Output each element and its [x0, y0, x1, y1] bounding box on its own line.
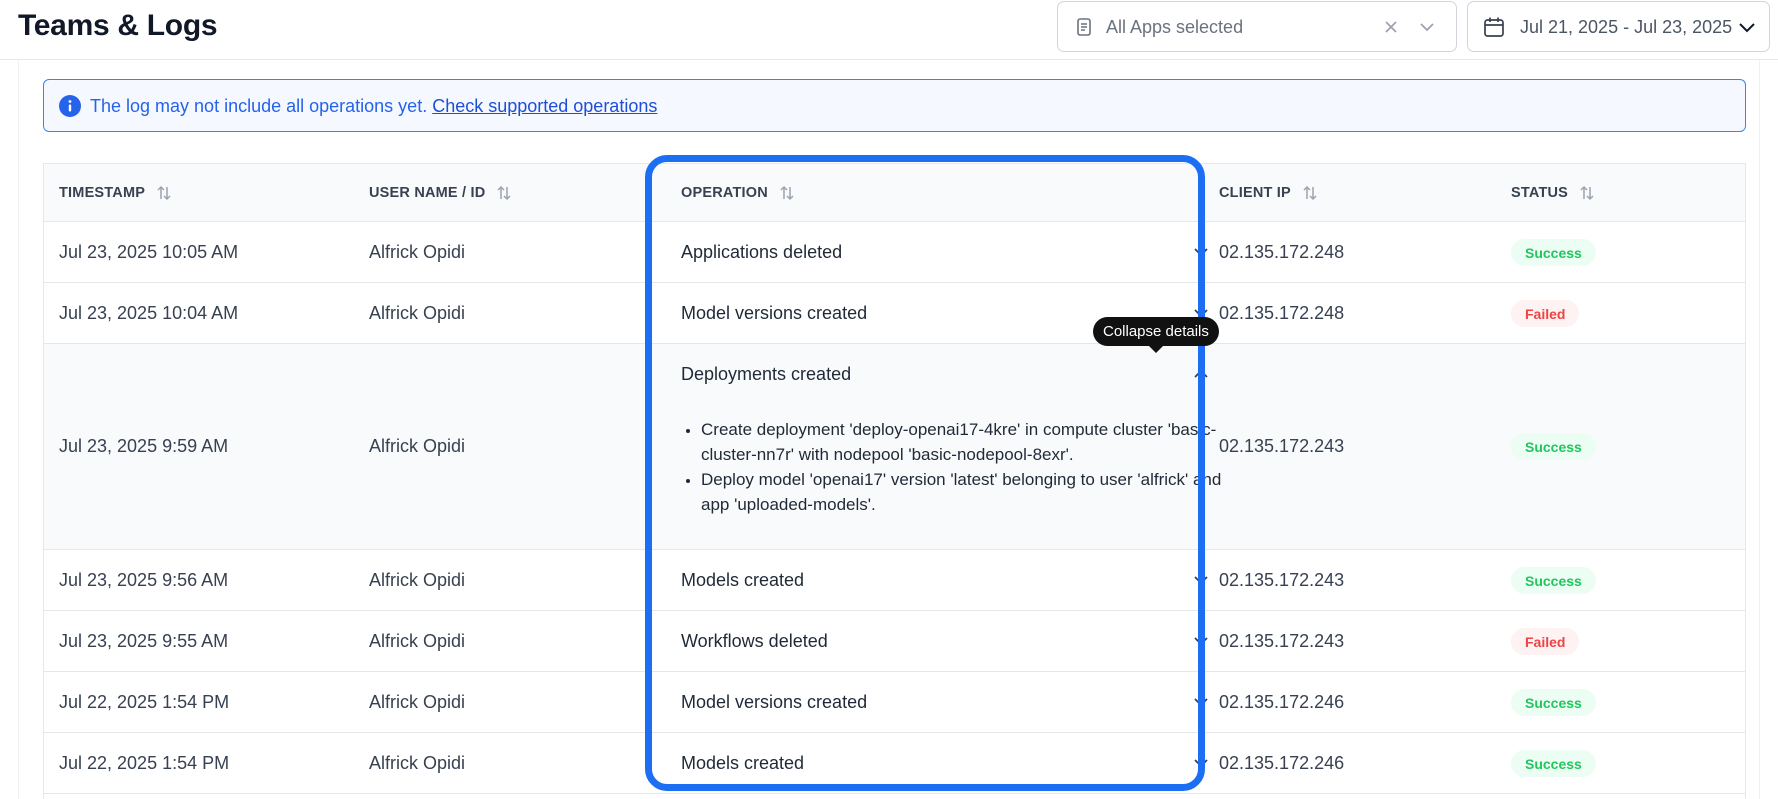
close-icon[interactable] — [1381, 17, 1401, 37]
table-row: Jul 22, 2025 1:54 PM Alfrick Opidi Model… — [44, 733, 1745, 794]
column-header-operation[interactable]: OPERATION — [681, 184, 796, 202]
timestamp-cell: Jul 22, 2025 1:54 PM — [59, 753, 230, 773]
app-filter-value: All Apps selected — [1106, 17, 1244, 37]
app-filter-select[interactable]: All Apps selected — [1057, 1, 1457, 52]
client-ip-cell: 02.135.172.243 — [1219, 570, 1345, 590]
column-header-status[interactable]: STATUS — [1511, 184, 1596, 202]
status-badge: Failed — [1511, 628, 1580, 655]
page-title: Teams & Logs — [18, 9, 218, 42]
client-ip-cell: 02.135.172.246 — [1219, 692, 1345, 712]
user-cell: Alfrick Opidi — [369, 692, 466, 712]
operation-cell: Model versions created — [681, 692, 868, 712]
status-badge: Success — [1511, 750, 1596, 777]
column-header-label: CLIENT IP — [1219, 185, 1291, 201]
status-badge: Success — [1511, 433, 1596, 460]
client-ip-cell: 02.135.172.246 — [1219, 753, 1345, 773]
table-row: Jul 23, 2025 9:56 AM Alfrick Opidi Model… — [44, 550, 1745, 611]
timestamp-cell: Jul 23, 2025 10:05 AM — [59, 242, 239, 262]
sort-icon[interactable] — [155, 184, 173, 202]
supported-operations-link[interactable]: Check supported operations — [432, 96, 657, 116]
collapse-details-tooltip: Collapse details — [1093, 317, 1219, 353]
chevron-down-icon[interactable] — [1417, 17, 1437, 37]
status-badge: Success — [1511, 239, 1596, 266]
column-header-label: TIMESTAMP — [59, 185, 146, 201]
status-badge: Success — [1511, 689, 1596, 716]
info-message: The log may not include all operations y… — [90, 96, 428, 116]
details-list: Create deployment 'deploy-openai17-4kre'… — [681, 417, 1231, 517]
sort-icon[interactable] — [1578, 184, 1596, 202]
client-ip-cell: 02.135.172.248 — [1219, 303, 1345, 323]
status-badge: Success — [1511, 567, 1596, 594]
info-banner: The log may not include all operations y… — [43, 79, 1746, 132]
operation-cell: Models created — [681, 753, 805, 773]
user-cell: Alfrick Opidi — [369, 242, 466, 262]
date-range-picker[interactable]: Jul 21, 2025 - Jul 23, 2025 — [1467, 1, 1770, 52]
chevron-down-icon[interactable] — [1191, 631, 1211, 651]
chevron-down-icon[interactable] — [1191, 570, 1211, 590]
sort-icon[interactable] — [1301, 184, 1319, 202]
document-icon — [1077, 18, 1091, 36]
calendar-icon — [1484, 17, 1504, 37]
operation-cell: Deployments created — [681, 364, 852, 384]
user-cell: Alfrick Opidi — [369, 631, 466, 651]
chevron-down-icon[interactable] — [1191, 242, 1211, 262]
table-header-row: TIMESTAMP USER NAME / ID OPERATION CLIEN… — [44, 163, 1745, 222]
column-header-label: USER NAME / ID — [369, 185, 486, 201]
timestamp-cell: Jul 23, 2025 9:59 AM — [59, 436, 229, 456]
timestamp-cell: Jul 22, 2025 1:54 PM — [59, 692, 230, 712]
table-row: Jul 23, 2025 10:04 AM Alfrick Opidi Mode… — [44, 283, 1745, 344]
sort-icon[interactable] — [778, 184, 796, 202]
table-row: Jul 23, 2025 9:55 AM Alfrick Opidi Workf… — [44, 611, 1745, 672]
timestamp-cell: Jul 23, 2025 9:56 AM — [59, 570, 229, 590]
operation-cell: Applications deleted — [681, 242, 843, 262]
table-row-expanded: Jul 23, 2025 9:59 AM Alfrick Opidi Deplo… — [44, 344, 1745, 550]
page-header: Teams & Logs All Apps selected Jul 21, 2… — [0, 0, 1778, 60]
table-row: Jul 22, 2025 1:54 PM Alfrick Opidi Model… — [44, 672, 1745, 733]
client-ip-cell: 02.135.172.243 — [1219, 436, 1345, 456]
user-cell: Alfrick Opidi — [369, 753, 466, 773]
column-header-client-ip[interactable]: CLIENT IP — [1219, 184, 1319, 202]
sort-icon[interactable] — [495, 184, 513, 202]
column-header-timestamp[interactable]: TIMESTAMP — [59, 184, 173, 202]
timestamp-cell: Jul 23, 2025 9:55 AM — [59, 631, 229, 651]
user-cell: Alfrick Opidi — [369, 570, 466, 590]
chevron-down-icon[interactable] — [1191, 692, 1211, 712]
operation-cell: Workflows deleted — [681, 631, 828, 651]
column-header-user[interactable]: USER NAME / ID — [369, 184, 513, 202]
table-row: Jul 23, 2025 10:05 AM Alfrick Opidi Appl… — [44, 222, 1745, 283]
status-badge: Failed — [1511, 300, 1580, 327]
operation-cell: Models created — [681, 570, 805, 590]
info-icon — [59, 95, 81, 117]
operation-cell: Model versions created — [681, 303, 868, 323]
chevron-up-icon[interactable] — [1191, 364, 1211, 384]
chevron-down-icon[interactable] — [1191, 753, 1211, 773]
operation-details: Create deployment 'deploy-openai17-4kre'… — [681, 417, 1231, 517]
column-header-label: OPERATION — [681, 185, 768, 201]
column-header-label: STATUS — [1511, 185, 1569, 201]
user-cell: Alfrick Opidi — [369, 303, 466, 323]
info-banner-text: The log may not include all operations y… — [90, 96, 657, 117]
chevron-down-icon[interactable] — [1736, 16, 1758, 38]
detail-item: Create deployment 'deploy-openai17-4kre'… — [701, 417, 1231, 467]
client-ip-cell: 02.135.172.248 — [1219, 242, 1345, 262]
logs-table: TIMESTAMP USER NAME / ID OPERATION CLIEN… — [43, 163, 1746, 799]
client-ip-cell: 02.135.172.243 — [1219, 631, 1345, 651]
timestamp-cell: Jul 23, 2025 10:04 AM — [59, 303, 239, 323]
date-range-value: Jul 21, 2025 - Jul 23, 2025 — [1520, 17, 1733, 37]
user-cell: Alfrick Opidi — [369, 436, 466, 456]
detail-item: Deploy model 'openai17' version 'latest'… — [701, 467, 1231, 517]
